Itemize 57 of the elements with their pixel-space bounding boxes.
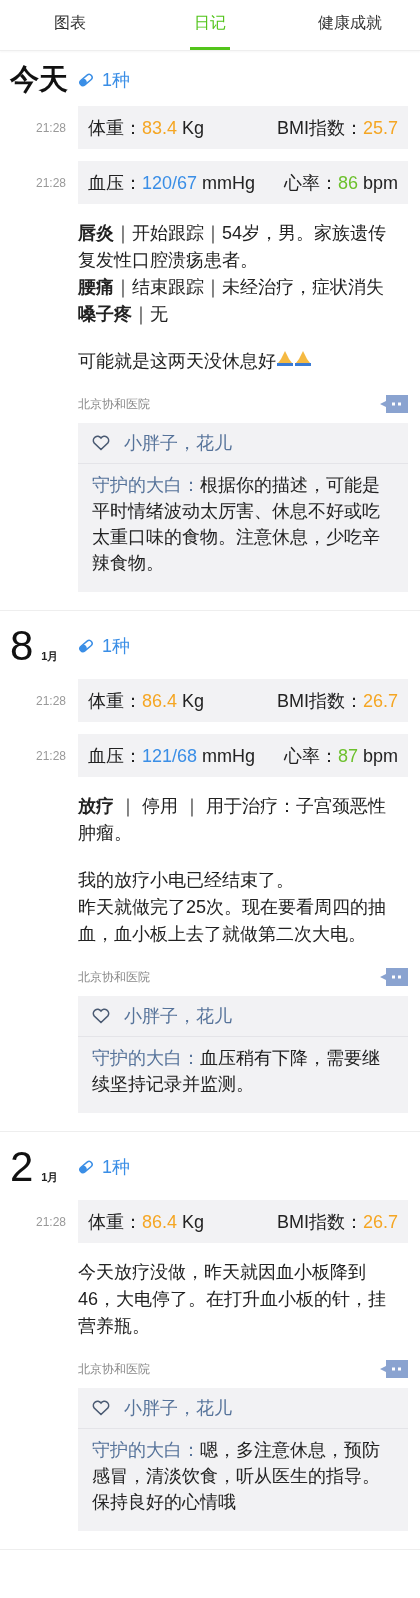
- tab[interactable]: 图表: [50, 0, 90, 50]
- bmi-reading: BMI指数：25.7: [276, 116, 398, 140]
- heart-icon[interactable]: [92, 1400, 110, 1416]
- record-card[interactable]: 血压：120/67 mmHg 心率：86 bpm: [78, 161, 408, 204]
- diary-text: 腰痛｜结束跟踪｜未经治疗，症状消失: [78, 277, 384, 297]
- comment-icon[interactable]: [380, 1360, 408, 1378]
- weight-reading: 体重：83.4 Kg: [88, 116, 205, 140]
- blood-pressure-reading: 血压：121/68 mmHg: [88, 744, 256, 768]
- diary-text: 嗓子疼｜无: [78, 304, 168, 324]
- month-label: 1月: [41, 649, 59, 664]
- weight-reading: 体重：86.4 Kg: [88, 1210, 205, 1234]
- record-time: 21:28: [34, 175, 66, 190]
- heart-rate-reading: 心率：87 bpm: [283, 744, 398, 768]
- diary-text: 可能就是这两天没休息好: [78, 351, 276, 371]
- diary-text: 放疗 ｜ 停用 ｜ 用于治疗：子宫颈恶性肿瘤。: [78, 796, 386, 843]
- heart-rate-reading: 心率：86 bpm: [283, 171, 398, 195]
- pill-icon: [78, 1159, 94, 1175]
- pill-icon: [78, 638, 94, 654]
- record-time: 21:28: [34, 120, 66, 135]
- reply-text: 守护的大白：根据你的描述，可能是平时情绪波动太厉害、休息不好或吃太重口味的食物。注意休息，少吃辛辣食物。: [91, 474, 381, 575]
- likes-names[interactable]: 小胖子，花儿: [124, 1004, 232, 1028]
- day-label: 2: [10, 1146, 34, 1188]
- comment-icon[interactable]: [380, 395, 408, 413]
- tab[interactable]: 健康成就: [314, 0, 386, 50]
- diary-text: 唇炎｜开始跟踪｜54岁，男。家族遗传复发性口腔溃疡患者。: [78, 223, 387, 270]
- hospital-name[interactable]: 北京协和医院: [78, 395, 150, 413]
- hospital-name[interactable]: 北京协和医院: [78, 1360, 150, 1378]
- record-time: 21:28: [34, 748, 66, 763]
- record-card[interactable]: 体重：83.4 Kg BMI指数：25.7: [78, 106, 408, 149]
- blood-pressure-reading: 血压：120/67 mmHg: [88, 171, 256, 195]
- weight-reading: 体重：86.4 Kg: [88, 689, 205, 713]
- month-label: 1月: [41, 1170, 59, 1185]
- reply-text: 守护的大白：血压稍有下降，需要继续坚持记录并监测。: [91, 1047, 381, 1096]
- tab[interactable]: 日记: [190, 0, 230, 50]
- pill-icon: [78, 71, 94, 88]
- record-card[interactable]: 体重：86.4 Kg BMI指数：26.7: [78, 1200, 408, 1243]
- likes-names[interactable]: 小胖子，花儿: [124, 431, 232, 455]
- reply-text: 守护的大白：嗯，多注意休息，预防感冒，清淡饮食，听从医生的指导。保持良好的心情哦: [91, 1439, 381, 1514]
- record-card[interactable]: 体重：86.4 Kg BMI指数：26.7: [78, 679, 408, 722]
- record-time: 21:28: [34, 693, 66, 708]
- likes-names[interactable]: 小胖子，花儿: [124, 1396, 232, 1420]
- diary-text: 我的放疗小电已经结束了。: [78, 870, 294, 890]
- heart-icon[interactable]: [92, 1008, 110, 1024]
- bmi-reading: BMI指数：26.7: [276, 1210, 398, 1234]
- diary-text: 今天放疗没做，昨天就因血小板降到46，大电停了。在打升血小板的针，挂营养瓶。: [78, 1262, 387, 1336]
- hospital-name[interactable]: 北京协和医院: [78, 968, 150, 986]
- day-label: 今天: [10, 65, 68, 94]
- medication-count[interactable]: 1种: [102, 634, 130, 658]
- comment-icon[interactable]: [380, 968, 408, 986]
- medication-count[interactable]: 1种: [102, 67, 130, 92]
- bmi-reading: BMI指数：26.7: [276, 689, 398, 713]
- record-card[interactable]: 血压：121/68 mmHg 心率：87 bpm: [78, 734, 408, 777]
- diary-text: 昨天就做完了25次。现在要看周四的抽血，血小板上去了就做第二次大电。: [78, 897, 387, 944]
- record-time: 21:28: [34, 1214, 66, 1229]
- medication-count[interactable]: 1种: [102, 1155, 130, 1179]
- day-label: 8: [10, 625, 34, 667]
- heart-icon[interactable]: [92, 435, 110, 451]
